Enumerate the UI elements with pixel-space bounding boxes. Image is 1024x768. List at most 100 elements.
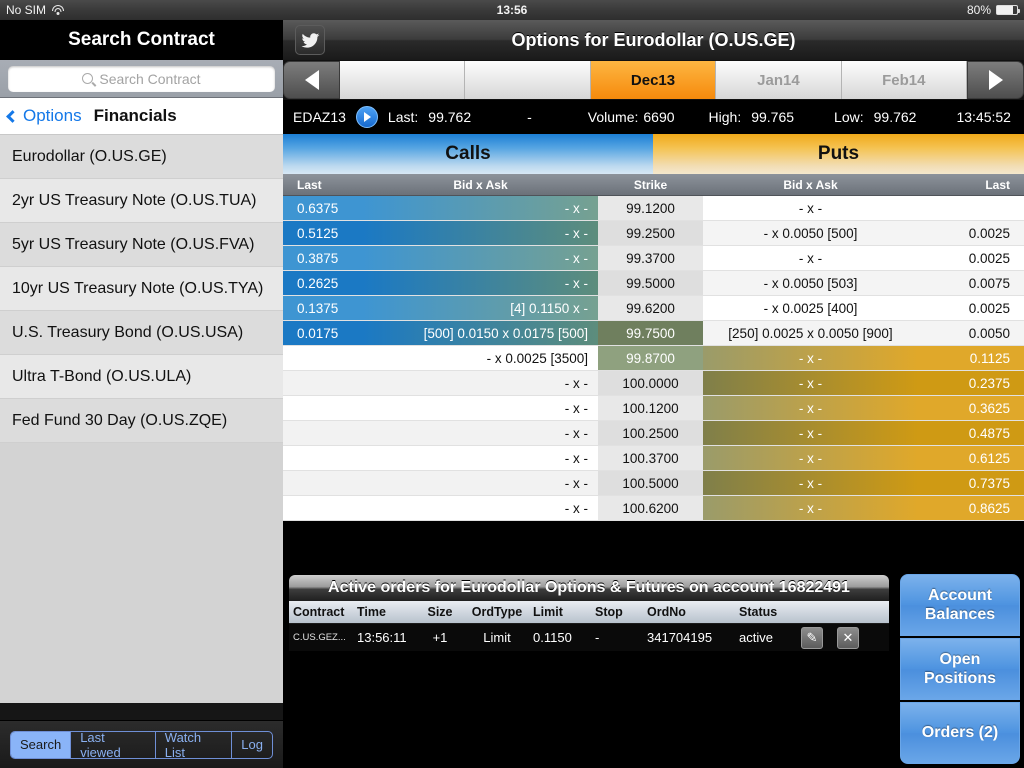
cell-put-last[interactable]: 0.0075	[918, 271, 1024, 295]
segment-log[interactable]: Log	[232, 732, 272, 758]
cell-put-last[interactable]: 0.2375	[918, 371, 1024, 395]
table-row[interactable]: - x -100.3700- x -0.6125	[283, 446, 1024, 471]
cell-put-bidask[interactable]: - x -	[703, 496, 918, 520]
cell-call-bidask[interactable]: - x -	[363, 221, 598, 245]
cell-strike[interactable]: 99.8700	[598, 346, 703, 370]
cell-put-bidask[interactable]: - x -	[703, 371, 918, 395]
cell-call-last[interactable]	[283, 396, 363, 420]
month-tab-dec13[interactable]: Dec13	[590, 61, 717, 99]
cell-strike[interactable]: 100.5000	[598, 471, 703, 495]
cell-call-last[interactable]: 0.6375	[283, 196, 363, 220]
cell-call-bidask[interactable]: - x -	[363, 371, 598, 395]
cell-call-last[interactable]: 0.5125	[283, 221, 363, 245]
cell-put-bidask[interactable]: - x -	[703, 446, 918, 470]
table-row[interactable]: - x -100.2500- x -0.4875	[283, 421, 1024, 446]
cell-strike[interactable]: 99.5000	[598, 271, 703, 295]
arrow-right-icon[interactable]	[967, 61, 1024, 99]
twitter-bird-icon[interactable]	[295, 25, 325, 55]
table-row[interactable]: 0.6375- x -99.1200- x -	[283, 196, 1024, 221]
cell-call-bidask[interactable]: - x -	[363, 496, 598, 520]
month-tab-feb14[interactable]: Feb14	[841, 61, 968, 99]
cell-call-last[interactable]: 0.2625	[283, 271, 363, 295]
cell-call-bidask[interactable]: - x -	[363, 471, 598, 495]
table-row[interactable]: - x -100.1200- x -0.3625	[283, 396, 1024, 421]
cell-strike[interactable]: 99.1200	[598, 196, 703, 220]
edit-icon[interactable]: ✎	[801, 626, 823, 649]
cell-put-last[interactable]: 0.4875	[918, 421, 1024, 445]
cell-put-last[interactable]: 0.8625	[918, 496, 1024, 520]
cell-strike[interactable]: 99.3700	[598, 246, 703, 270]
cell-call-last[interactable]	[283, 421, 363, 445]
cell-put-last[interactable]	[918, 196, 1024, 220]
table-row[interactable]: - x -100.5000- x -0.7375	[283, 471, 1024, 496]
cell-call-last[interactable]: 0.0175	[283, 321, 363, 345]
list-item[interactable]: 5yr US Treasury Note (O.US.FVA)	[0, 223, 283, 267]
cell-call-bidask[interactable]: - x -	[363, 246, 598, 270]
search-input[interactable]: Search Contract	[8, 65, 275, 92]
cell-put-last[interactable]: 0.0025	[918, 246, 1024, 270]
cell-put-last[interactable]: 0.6125	[918, 446, 1024, 470]
cell-call-bidask[interactable]: - x 0.0025 [3500]	[363, 346, 598, 370]
list-item[interactable]: U.S. Treasury Bond (O.US.USA)	[0, 311, 283, 355]
cell-call-last[interactable]: 0.1375	[283, 296, 363, 320]
account-balances-button[interactable]: Account Balances	[900, 574, 1020, 636]
cell-put-last[interactable]: 0.0025	[918, 221, 1024, 245]
cell-put-last[interactable]: 0.0050	[918, 321, 1024, 345]
cell-strike[interactable]: 99.2500	[598, 221, 703, 245]
table-row[interactable]: - x 0.0025 [3500] 99.8700- x -0.1125	[283, 346, 1024, 371]
cell-put-last[interactable]: 0.7375	[918, 471, 1024, 495]
table-row[interactable]: 0.2625- x -99.5000- x 0.0050 [503] 0.0075	[283, 271, 1024, 296]
cell-put-bidask[interactable]: - x -	[703, 346, 918, 370]
cell-put-last[interactable]: 0.3625	[918, 396, 1024, 420]
close-icon[interactable]: ✕	[837, 626, 859, 649]
orders-button[interactable]: Orders (2)	[900, 702, 1020, 764]
cell-put-last[interactable]: 0.1125	[918, 346, 1024, 370]
segment-search[interactable]: Search	[11, 731, 72, 758]
cell-call-last[interactable]: 0.3875	[283, 246, 363, 270]
cell-call-last[interactable]	[283, 471, 363, 495]
table-row[interactable]: 0.1375 [4] 0.1150 x -99.6200- x 0.0025 [4…	[283, 296, 1024, 321]
cell-call-bidask[interactable]: [4] 0.1150 x -	[363, 296, 598, 320]
month-tab-empty-2[interactable]	[465, 61, 591, 99]
table-row[interactable]: - x -100.0000- x -0.2375	[283, 371, 1024, 396]
cell-put-bidask[interactable]: - x 0.0025 [400]	[703, 296, 918, 320]
table-row[interactable]: C.US.GEZ... 13:56:11 +1 Limit 0.1150 - 3…	[289, 623, 889, 651]
cell-strike[interactable]: 99.6200	[598, 296, 703, 320]
cell-put-bidask[interactable]: - x -	[703, 471, 918, 495]
cell-put-bidask[interactable]: - x -	[703, 421, 918, 445]
cell-strike[interactable]: 100.1200	[598, 396, 703, 420]
info-arrow-icon[interactable]	[355, 106, 378, 128]
cell-call-bidask[interactable]: [500] 0.0150 x 0.0175 [500]	[363, 321, 598, 345]
cell-put-bidask[interactable]: - x -	[703, 196, 918, 220]
cell-put-bidask[interactable]: - x 0.0050 [503]	[703, 271, 918, 295]
list-item[interactable]: Ultra T-Bond (O.US.ULA)	[0, 355, 283, 399]
breadcrumb-back-button[interactable]: Options	[6, 106, 82, 126]
cell-put-bidask[interactable]: [250] 0.0025 x 0.0050 [900]	[703, 321, 918, 345]
cell-put-last[interactable]: 0.0025	[918, 296, 1024, 320]
arrow-left-icon[interactable]	[283, 61, 340, 99]
cell-call-last[interactable]	[283, 346, 363, 370]
table-row[interactable]: 0.5125- x -99.2500- x 0.0050 [500] 0.0025	[283, 221, 1024, 246]
cell-put-bidask[interactable]: - x 0.0050 [500]	[703, 221, 918, 245]
cell-put-bidask[interactable]: - x -	[703, 246, 918, 270]
cell-strike[interactable]: 100.2500	[598, 421, 703, 445]
cell-put-bidask[interactable]: - x -	[703, 396, 918, 420]
cell-call-bidask[interactable]: - x -	[363, 446, 598, 470]
cell-call-last[interactable]	[283, 446, 363, 470]
cell-strike[interactable]: 100.0000	[598, 371, 703, 395]
cell-call-bidask[interactable]: - x -	[363, 271, 598, 295]
cell-strike[interactable]: 100.3700	[598, 446, 703, 470]
segment-last-viewed[interactable]: Last viewed	[71, 731, 156, 758]
cell-call-last[interactable]	[283, 371, 363, 395]
table-row[interactable]: - x -100.6200- x -0.8625	[283, 496, 1024, 521]
list-item[interactable]: Eurodollar (O.US.GE)	[0, 135, 283, 179]
list-item[interactable]: 10yr US Treasury Note (O.US.TYA)	[0, 267, 283, 311]
cell-call-bidask[interactable]: - x -	[363, 421, 598, 445]
list-item[interactable]: Fed Fund 30 Day (O.US.ZQE)	[0, 399, 283, 443]
table-row[interactable]: 0.3875- x -99.3700- x -0.0025	[283, 246, 1024, 271]
segment-watch-list[interactable]: Watch List	[156, 731, 233, 758]
cell-strike[interactable]: 100.6200	[598, 496, 703, 520]
month-tab-empty-1[interactable]	[340, 61, 466, 99]
table-row[interactable]: 0.0175 [500] 0.0150 x 0.0175 [500] 99.7500…	[283, 321, 1024, 346]
list-item[interactable]: 2yr US Treasury Note (O.US.TUA)	[0, 179, 283, 223]
